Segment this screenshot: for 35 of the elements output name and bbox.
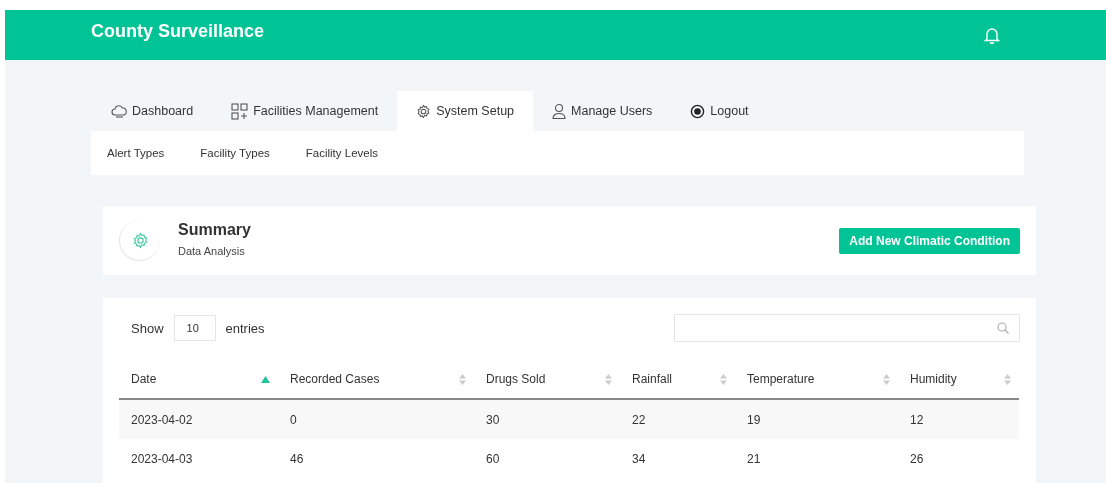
nav-tab[interactable]: Facilities Management [212, 91, 398, 131]
page-size-field[interactable]: 10 [173, 315, 216, 341]
notification-bell-icon[interactable] [984, 26, 1000, 44]
table-cell: 34 [620, 439, 735, 478]
grid-icon [231, 102, 249, 120]
nav-tab[interactable]: Logout [671, 91, 768, 131]
cloud-icon [111, 104, 127, 118]
table-cell: 0 [278, 399, 474, 439]
radio-icon [690, 103, 706, 119]
show-label: Show [131, 320, 164, 336]
table-cell: 60 [474, 439, 620, 478]
sub-nav-link[interactable]: Facility Levels [305, 147, 378, 159]
entries-label: entries [225, 320, 265, 336]
search-field[interactable] [674, 314, 1020, 342]
summary-subtitle: Data Analysis [178, 244, 246, 257]
table-cell: 26 [898, 439, 1019, 478]
table-cell: 22 [620, 399, 735, 439]
table-cell: 12 [898, 399, 1019, 439]
summary-title: Summary [178, 220, 251, 239]
user-icon [552, 103, 567, 119]
nav-tab[interactable]: System Setup [397, 91, 534, 131]
settings-icon [131, 231, 149, 249]
sub-nav-link[interactable]: Facility Types [200, 147, 270, 159]
table-cell: 19 [735, 399, 898, 439]
table-cell: 2023-04-03 [119, 439, 278, 478]
table-cell: 21 [735, 439, 898, 478]
nav-tab[interactable]: Manage Users [533, 91, 672, 131]
nav-tab[interactable]: Dashboard [91, 91, 213, 131]
settings-icon [416, 103, 432, 119]
table-cell: 2023-04-02 [119, 399, 278, 439]
table-cell: 46 [278, 439, 474, 478]
app-title: County Surveillance [91, 20, 265, 42]
table-cell: 30 [474, 399, 620, 439]
sub-nav-link[interactable]: Alert Types [107, 147, 165, 159]
search-icon [997, 322, 1009, 334]
